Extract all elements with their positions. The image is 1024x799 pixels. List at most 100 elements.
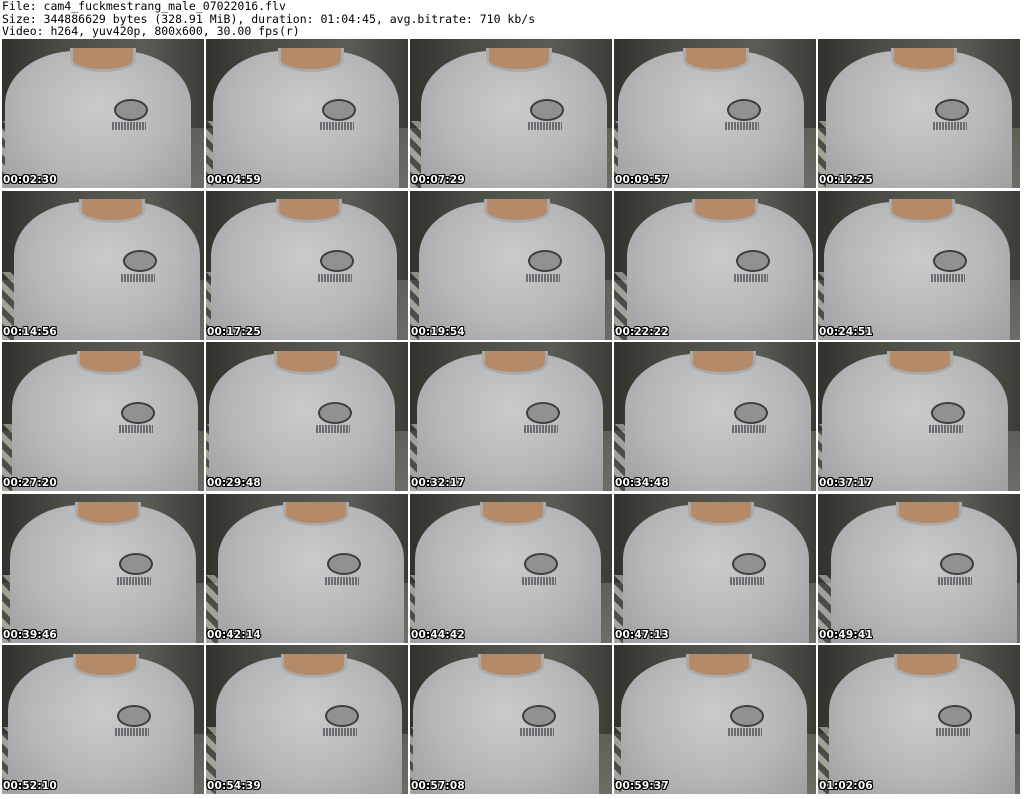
frame-timestamp: 00:44:42 <box>411 628 465 641</box>
video-frame-thumbnail: 00:17:25 <box>206 190 408 340</box>
video-frame-thumbnail: 00:47:13 <box>614 493 816 643</box>
video-frame-thumbnail: 00:12:25 <box>818 39 1020 188</box>
video-frame-thumbnail: 00:22:22 <box>614 190 816 340</box>
video-frame-thumbnail: 00:57:08 <box>410 645 612 794</box>
frame-timestamp: 00:32:17 <box>411 477 465 489</box>
frame-collar <box>689 350 757 375</box>
frame-timestamp: 00:19:54 <box>411 325 465 338</box>
video-info-line: Video: h264, yuv420p, 800x600, 30.00 fps… <box>2 24 300 38</box>
frame-shirt-print <box>522 576 557 585</box>
frame-shirt-logo <box>938 704 973 727</box>
frame-timestamp: 00:54:39 <box>207 780 261 792</box>
frame-timestamp: 00:59:37 <box>615 780 669 792</box>
frame-timestamp: 00:47:13 <box>615 628 669 641</box>
frame-timestamp: 00:39:46 <box>3 628 57 641</box>
frame-timestamp: 00:37:17 <box>819 477 873 489</box>
frame-collar <box>685 653 753 678</box>
frame-timestamp: 00:12:25 <box>819 174 873 186</box>
frame-timestamp: 00:22:22 <box>615 325 669 338</box>
frame-shirt-print <box>320 122 355 131</box>
frame-timestamp: 01:02:06 <box>819 780 873 792</box>
frame-timestamp: 00:04:59 <box>207 174 261 186</box>
frame-shirt-logo <box>734 401 769 424</box>
video-frame-thumbnail: 00:29:48 <box>206 342 408 491</box>
frame-shirt-logo <box>727 98 762 121</box>
frame-collar <box>280 653 348 678</box>
frame-timestamp: 00:57:08 <box>411 780 465 792</box>
video-frame-thumbnail: 00:32:17 <box>410 342 612 491</box>
frame-shirt-print <box>121 273 156 282</box>
frame-collar <box>481 350 549 375</box>
frame-shirt-print <box>929 425 964 434</box>
frame-timestamp: 00:42:14 <box>207 628 261 641</box>
frame-shirt-print <box>119 425 154 434</box>
frame-shirt-logo <box>730 704 765 727</box>
frame-timestamp: 00:14:56 <box>3 325 57 338</box>
video-frame-thumbnail: 00:39:46 <box>2 493 204 643</box>
frame-shirt-print <box>524 425 559 434</box>
frame-shirt-logo <box>522 704 557 727</box>
frame-timestamp: 00:07:29 <box>411 174 465 186</box>
frame-sweater <box>211 202 397 340</box>
frame-shirt-logo <box>318 401 353 424</box>
frame-timestamp: 00:29:48 <box>207 477 261 489</box>
video-frame-thumbnail: 00:42:14 <box>206 493 408 643</box>
frame-shirt-print <box>725 122 760 131</box>
frame-shirt-logo <box>114 98 149 121</box>
frame-shirt-print <box>117 576 152 585</box>
frame-timestamp: 00:49:41 <box>819 628 873 641</box>
frame-shirt-logo <box>121 401 156 424</box>
video-frame-thumbnail: 00:54:39 <box>206 645 408 794</box>
frame-timestamp: 00:09:57 <box>615 174 669 186</box>
frame-sweater <box>10 505 196 643</box>
frame-shirt-logo <box>325 704 360 727</box>
frame-collar <box>72 653 140 678</box>
video-frame-thumbnail: 00:24:51 <box>818 190 1020 340</box>
video-frame-thumbnail: 00:59:37 <box>614 645 816 794</box>
frame-shirt-logo <box>117 704 152 727</box>
video-frame-thumbnail: 00:09:57 <box>614 39 816 188</box>
video-frame-thumbnail: 00:19:54 <box>410 190 612 340</box>
video-frame-thumbnail: 00:52:10 <box>2 645 204 794</box>
video-frame-thumbnail: 00:37:17 <box>818 342 1020 491</box>
frame-collar <box>890 47 958 72</box>
frame-timestamp: 00:27:20 <box>3 477 57 489</box>
frame-collar <box>893 653 961 678</box>
frame-sweater <box>218 505 404 643</box>
frame-shirt-print <box>931 273 966 282</box>
frame-shirt-print <box>316 425 351 434</box>
frame-shirt-print <box>933 122 968 131</box>
frame-timestamp: 00:24:51 <box>819 325 873 338</box>
video-frame-thumbnail: 00:04:59 <box>206 39 408 188</box>
video-frame-thumbnail: 00:44:42 <box>410 493 612 643</box>
frame-shirt-print <box>734 273 769 282</box>
frame-timestamp: 00:02:30 <box>3 174 57 186</box>
frame-shirt-print <box>938 576 973 585</box>
frame-shirt-print <box>325 576 360 585</box>
frame-shirt-logo <box>530 98 565 121</box>
frame-shirt-print <box>526 273 561 282</box>
frame-shirt-logo <box>322 98 357 121</box>
frame-shirt-print <box>323 728 358 737</box>
frame-sweater <box>627 202 813 340</box>
frame-collar <box>485 47 553 72</box>
frame-sweater <box>623 505 809 643</box>
frame-shirt-logo <box>935 98 970 121</box>
frame-collar <box>886 350 954 375</box>
frame-collar <box>477 653 545 678</box>
frame-collar <box>273 350 341 375</box>
video-frame-thumbnail: 00:34:48 <box>614 342 816 491</box>
frame-sweater <box>14 202 200 340</box>
frame-collar <box>277 47 345 72</box>
frame-shirt-logo <box>526 401 561 424</box>
frame-shirt-logo <box>931 401 966 424</box>
frame-sweater <box>831 505 1017 643</box>
video-frame-thumbnail: 01:02:06 <box>818 645 1020 794</box>
frame-sweater <box>419 202 605 340</box>
frame-sweater <box>824 202 1010 340</box>
frame-shirt-print <box>112 122 147 131</box>
file-name-line: File: cam4_fuckmestrang_male_07022016.fl… <box>2 0 286 13</box>
frame-shirt-print <box>936 728 971 737</box>
video-frame-thumbnail: 00:27:20 <box>2 342 204 491</box>
frame-collar <box>76 350 144 375</box>
